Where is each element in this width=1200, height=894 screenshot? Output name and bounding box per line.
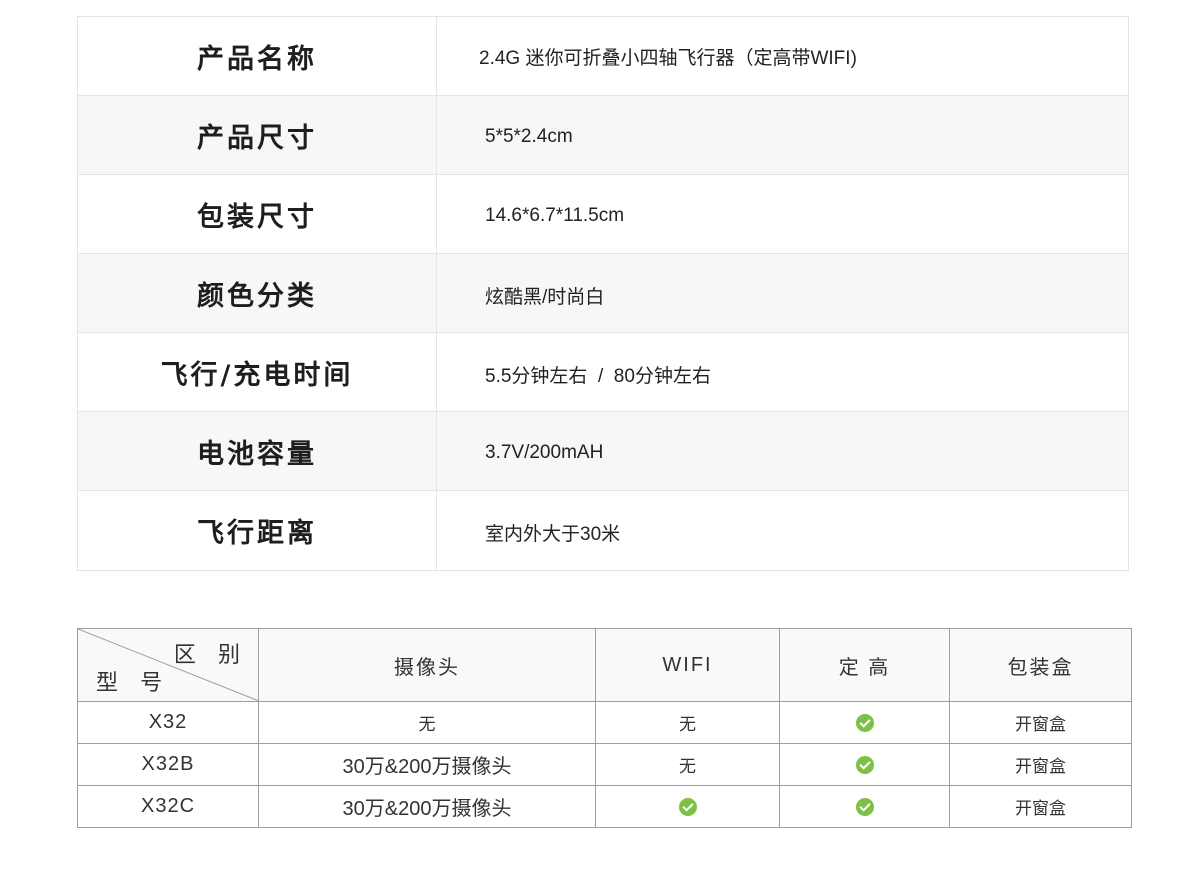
header-wifi: WIFI [595, 628, 780, 702]
box-cell: 开窗盒 [949, 743, 1132, 786]
spec-label: 颜色分类 [78, 254, 437, 332]
compare-header-row: 区 别 型 号 摄像头 WIFI 定 高 包装盒 [77, 628, 1132, 702]
model-cell: X32B [77, 743, 259, 786]
table-row: X32 无 无 开窗盒 [77, 701, 1132, 744]
altitude-hold-cell [779, 743, 950, 786]
spec-label: 飞行距离 [78, 491, 437, 570]
box-cell: 开窗盒 [949, 785, 1132, 828]
check-icon [678, 797, 697, 816]
corner-bottom-label: 型 号 [96, 670, 171, 695]
wifi-cell: 无 [595, 743, 780, 786]
box-cell: 开窗盒 [949, 701, 1132, 744]
spec-row-flight-distance: 飞行距离 室内外大于30米 [78, 491, 1128, 570]
wifi-cell [595, 785, 780, 828]
spec-table: 产品名称 2.4G 迷你可折叠小四轴飞行器（定高带WIFI) 产品尺寸 5*5*… [77, 16, 1129, 571]
camera-cell: 30万&200万摄像头 [258, 785, 596, 828]
check-icon [855, 755, 874, 774]
spec-row-package-size: 包装尺寸 14.6*6.7*11.5cm [78, 175, 1128, 254]
spec-label: 产品名称 [78, 17, 437, 95]
spec-value: 室内外大于30米 [485, 524, 621, 545]
spec-row-product-name: 产品名称 2.4G 迷你可折叠小四轴飞行器（定高带WIFI) [78, 17, 1128, 96]
header-altitude-hold: 定 高 [779, 628, 950, 702]
spec-value: 5.5分钟左右 / 80分钟左右 [485, 365, 711, 387]
spec-value: 炫酷黑/时尚白 [485, 286, 605, 308]
table-row: X32B 30万&200万摄像头 无 开窗盒 [77, 743, 1132, 786]
camera-cell: 30万&200万摄像头 [258, 743, 596, 786]
spec-row-product-size: 产品尺寸 5*5*2.4cm [78, 96, 1128, 175]
model-cell: X32 [77, 701, 259, 744]
header-box: 包装盒 [949, 628, 1132, 702]
corner-header-cell: 区 别 型 号 [77, 628, 259, 702]
spec-value: 14.6*6.7*11.5cm [485, 205, 625, 226]
wifi-cell: 无 [595, 701, 780, 744]
spec-value: 3.7V/200mAH [485, 442, 604, 463]
spec-row-color: 颜色分类 炫酷黑/时尚白 [78, 254, 1128, 333]
spec-label: 产品尺寸 [78, 96, 437, 174]
check-icon [855, 713, 874, 732]
spec-value: 5*5*2.4cm [485, 126, 573, 147]
model-cell: X32C [77, 785, 259, 828]
camera-cell: 无 [258, 701, 596, 744]
spec-row-flight-charge-time: 飞行/充电时间 5.5分钟左右 / 80分钟左右 [78, 333, 1128, 412]
spec-value: 2.4G 迷你可折叠小四轴飞行器（定高带WIFI) [479, 47, 857, 69]
spec-label: 包装尺寸 [78, 175, 437, 253]
model-compare-table: 区 别 型 号 摄像头 WIFI 定 高 包装盒 X32 无 无 开窗盒 X32… [77, 628, 1132, 828]
header-camera: 摄像头 [258, 628, 596, 702]
check-icon [855, 797, 874, 816]
table-row: X32C 30万&200万摄像头 开窗盒 [77, 785, 1132, 828]
altitude-hold-cell [779, 785, 950, 828]
spec-row-battery: 电池容量 3.7V/200mAH [78, 412, 1128, 491]
corner-top-label: 区 别 [173, 642, 248, 667]
altitude-hold-cell [779, 701, 950, 744]
spec-label: 飞行/充电时间 [78, 333, 437, 411]
spec-label: 电池容量 [78, 412, 437, 490]
